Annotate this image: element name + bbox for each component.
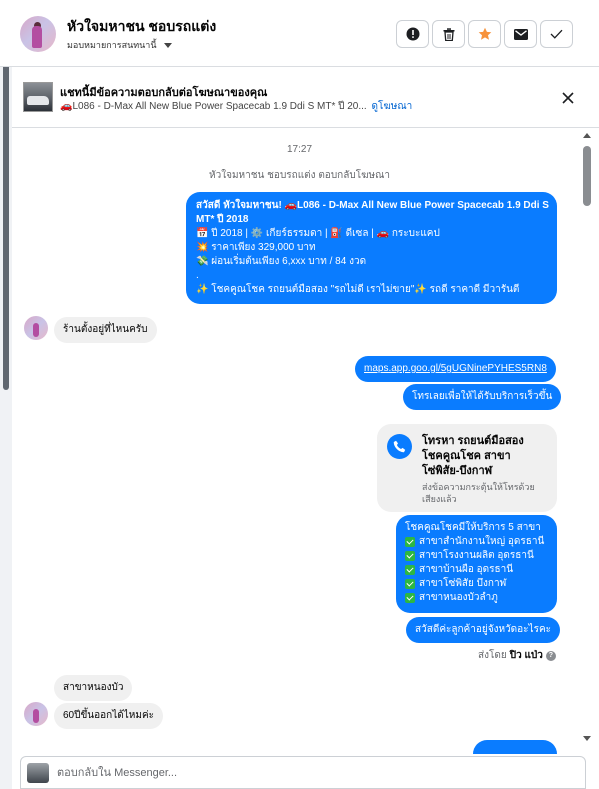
branch-label: สาขาบ้านผือ อุดรธานี (419, 564, 514, 575)
checkmark-icon (405, 551, 415, 561)
envelope-icon (513, 28, 528, 40)
customer-avatar[interactable] (24, 702, 48, 726)
help-icon[interactable]: ? (545, 650, 556, 661)
ad-message-line: 💸 ผ่อนเริ่มต้นเพียง 6,xxx บาท / 84 งวด (196, 256, 367, 267)
star-icon (478, 27, 491, 40)
call-card-subtitle: ส่งข้อความกระตุ้นให้โทรด้วยเสียงแล้ว (422, 482, 535, 504)
sent-by-prefix: ส่งโดย (478, 650, 507, 661)
branch-item: สาขาโซ่พิสัย บึงกาฬ (405, 577, 548, 591)
branch-label: สาขาหนองบัวลำภู (419, 592, 498, 603)
customer-message: 60ปีขึ้นออกได้ไหมค่ะ (54, 703, 164, 729)
customer-message: ร้านตั้งอยู่ที่ไหนครับ (54, 317, 157, 343)
ad-thumbnail[interactable] (23, 82, 53, 112)
ad-message-line: สวัสดี หัวใจมหาชน! 🚗L086 - D-Max All New… (196, 200, 549, 211)
chat-scrollbar[interactable] (581, 131, 593, 747)
branch-item: สาขาโรงงานผลิต อุดรธานี (405, 549, 548, 563)
message-timestamp: 17:27 (286, 144, 313, 155)
conversation-header: หัวใจมหาชน ชอบรถแต่ง มอบหมายการสนทนานี้ (0, 0, 599, 67)
customer-message: สาขาหนองบัว (54, 675, 133, 701)
scroll-down-arrow-icon[interactable] (583, 736, 591, 741)
delete-button[interactable] (432, 20, 465, 48)
caret-down-icon (163, 42, 172, 48)
branch-label: สาขาโซ่พิสัย บึงกาฬ (419, 578, 507, 589)
trash-icon (443, 27, 454, 41)
phone-icon (387, 434, 412, 459)
ad-reply-banner: แชทนี้มีข้อความตอบกลับต่อโฆษณาของคุณ 🚗L0… (12, 68, 599, 128)
mark-unread-button[interactable] (504, 20, 537, 48)
view-ad-link[interactable]: ดูโฆษณา (372, 101, 413, 112)
page-avatar (27, 763, 49, 783)
exclamation-icon (406, 27, 419, 41)
branch-item: สาขาหนองบัวลำภู (405, 591, 548, 605)
star-button[interactable] (468, 20, 501, 48)
checkmark-icon (405, 593, 415, 603)
contact-avatar[interactable] (20, 16, 56, 52)
greeting-message: สวัสดีค่ะลูกค้าอยู่จังหวัดอะไรคะ (406, 617, 561, 643)
checkmark-icon (405, 579, 415, 589)
reply-composer[interactable] (20, 756, 586, 789)
ad-message-line: 📅 ปี 2018 | ⚙️ เกียร์ธรรมดา | ⛽ ดีเซล | … (196, 228, 440, 239)
call-now-message: โทรเลยเพื่อให้ได้รับบริการเร็วขึ้น (403, 384, 562, 410)
ad-message-line: MT* ปี 2018 (196, 214, 249, 225)
branches-message: โชคคูณโชคมีให้บริการ 5 สาขา สาขาสำนักงาน… (396, 515, 557, 613)
call-card-title: โทรหา รถยนต์มือสอง โชคคูณโชค สาขาโซ่พิสั… (422, 435, 524, 477)
ad-message-line: ✨ โชคคูณโชค รถยนต์มือสอง "รถไม่ดี เราไม่… (196, 284, 520, 295)
branches-title: โชคคูณโชคมีให้บริการ 5 สาขา (405, 522, 541, 533)
checkmark-icon (405, 565, 415, 575)
branch-item: สาขาบ้านผือ อุดรธานี (405, 563, 548, 577)
branch-label: สาขาโรงงานผลิต อุดรธานี (419, 550, 534, 561)
ad-name: 🚗L086 - D-Max All New Blue Power Spaceca… (60, 101, 367, 112)
ad-auto-message: สวัสดี หัวใจมหาชน! 🚗L086 - D-Max All New… (186, 192, 557, 304)
left-scrollbar-thumb[interactable] (3, 60, 9, 390)
sent-by-name: ปิว แป่ว (509, 650, 543, 661)
ad-message-line: . (196, 270, 199, 281)
ad-message-line: 💥 ราคาเพียง 329,000 บาท (196, 242, 316, 253)
customer-avatar[interactable] (24, 316, 48, 340)
call-request-card[interactable]: โทรหา รถยนต์มือสอง โชคคูณโชค สาขาโซ่พิสั… (377, 424, 557, 512)
ad-banner-subtitle: 🚗L086 - D-Max All New Blue Power Spaceca… (60, 99, 412, 114)
branch-label: สาขาสำนักงานใหญ่ อุดรธานี (419, 536, 545, 547)
partial-message-bubble (473, 740, 557, 754)
reply-input[interactable] (57, 764, 567, 782)
close-icon[interactable] (560, 90, 576, 106)
ad-replied-note: หัวใจมหาชน ชอบรถแต่ง ตอบกลับโฆษณา (209, 170, 390, 181)
branch-item: สาขาสำนักงานใหญ่ อุดรธานี (405, 535, 548, 549)
assign-conversation-dropdown[interactable]: มอบหมายการสนทนานี้ (67, 38, 172, 52)
chat-scrollbar-thumb[interactable] (583, 146, 591, 206)
check-icon (550, 29, 563, 39)
mark-done-button[interactable] (540, 20, 573, 48)
scroll-up-arrow-icon[interactable] (583, 133, 591, 138)
map-link-message[interactable]: maps.app.goo.gl/5gUGNinePYHES5RN8 (355, 356, 556, 382)
left-scrollbar[interactable] (0, 0, 12, 789)
mark-spam-button[interactable] (396, 20, 429, 48)
assign-conversation-label: มอบหมายการสนทนานี้ (67, 40, 157, 50)
contact-name[interactable]: หัวใจมหาชน ชอบรถแต่ง (67, 16, 216, 38)
sent-by-label: ส่งโดย ปิว แป่ว ? (478, 648, 556, 663)
checkmark-icon (405, 537, 415, 547)
